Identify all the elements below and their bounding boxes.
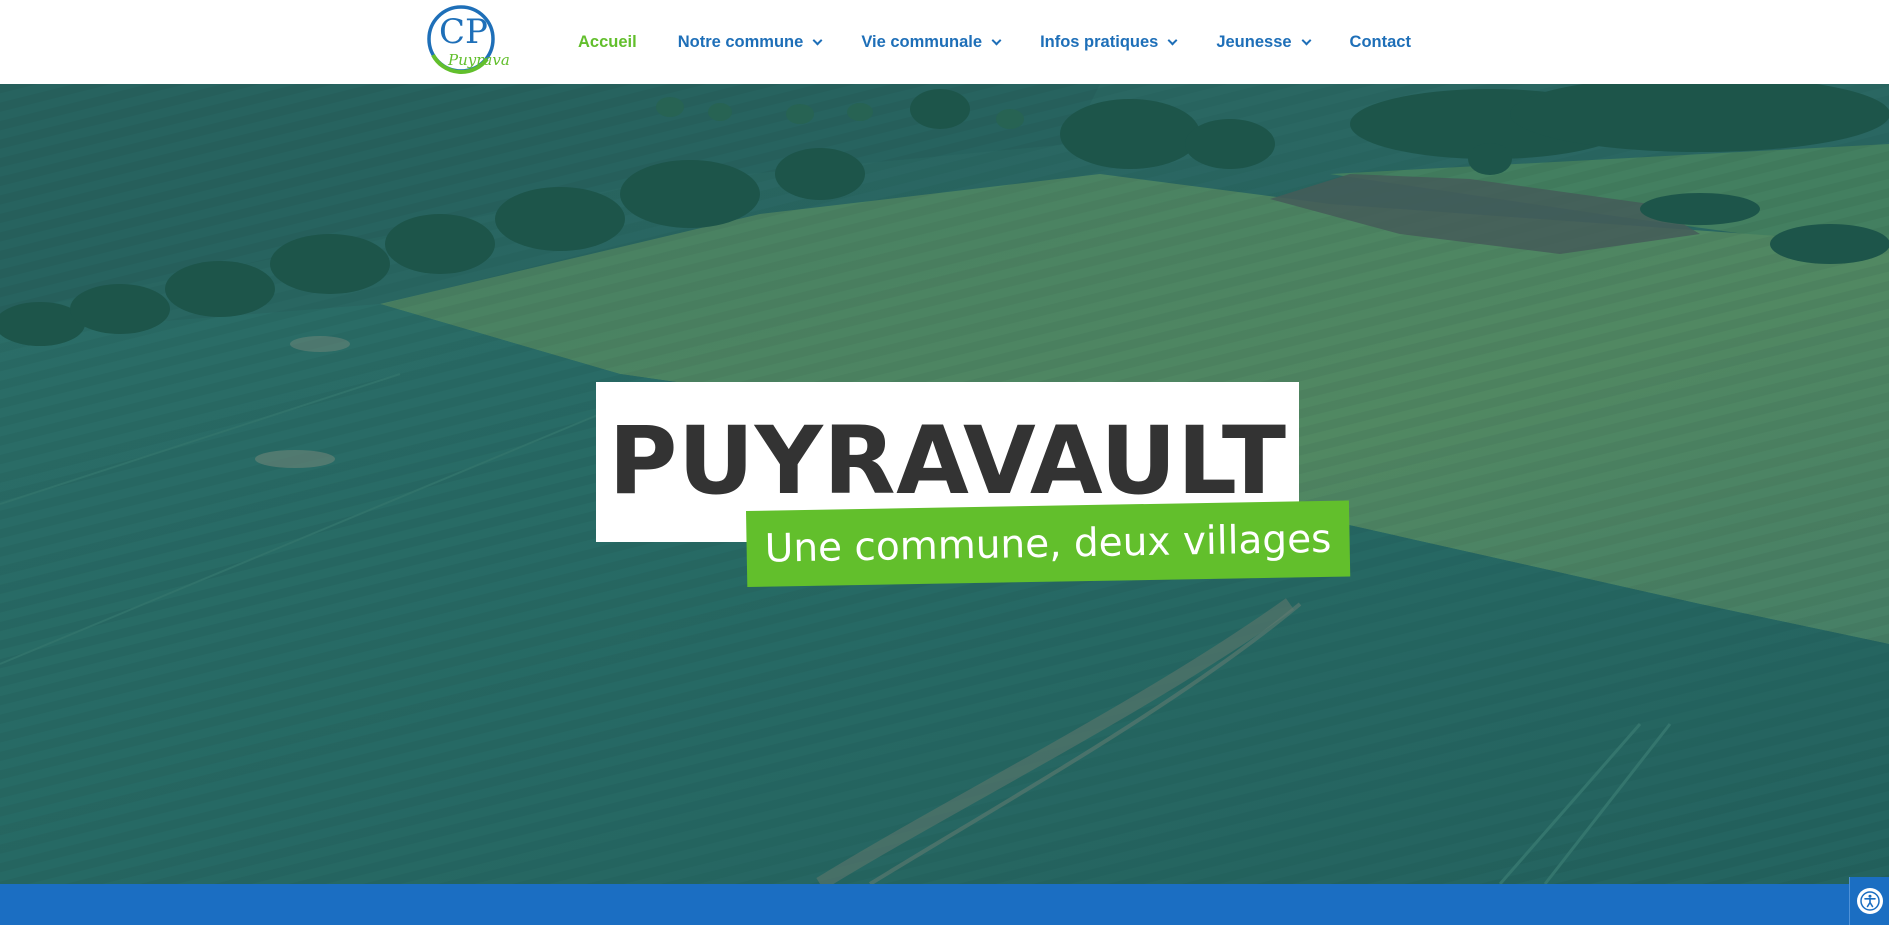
main-nav: Accueil Notre commune Vie communale Info… [578,0,1411,84]
chevron-down-icon [812,35,823,45]
nav-item-jeunesse[interactable]: Jeunesse [1216,32,1311,52]
bottom-section-bar [0,884,1889,925]
chevron-down-icon [1167,35,1178,45]
nav-item-label: Jeunesse [1216,32,1292,51]
chevron-down-icon [991,35,1002,45]
accessibility-button[interactable] [1849,877,1889,925]
hero-tagline: Une commune, deux villages [764,516,1332,572]
logo-wordmark: Puyravault 17 [447,51,509,69]
nav-item-label: Vie communale [861,32,983,51]
hero-title: PUYRAVAULT [608,407,1287,516]
nav-item-accueil[interactable]: Accueil [578,33,637,52]
nav-item-contact[interactable]: Contact [1350,33,1411,52]
nav-item-label: Notre commune [677,32,804,51]
site-logo[interactable]: CP Puyravault 17 [421,3,555,75]
accessibility-icon [1856,888,1883,914]
nav-item-notre-commune[interactable]: Notre commune [677,32,823,52]
site-header: CP Puyravault 17 Accueil Notre commune V… [0,0,1889,84]
nav-item-label: Infos pratiques [1040,32,1159,51]
nav-item-vie-communale[interactable]: Vie communale [861,32,1002,52]
nav-item-label: Contact [1349,32,1411,51]
nav-item-infos-pratiques[interactable]: Infos pratiques [1040,32,1178,52]
nav-item-label: Accueil [578,32,637,51]
chevron-down-icon [1301,35,1311,45]
logo-initial-c: CP [439,12,488,52]
hero-tagline-box: Une commune, deux villages [746,500,1351,587]
